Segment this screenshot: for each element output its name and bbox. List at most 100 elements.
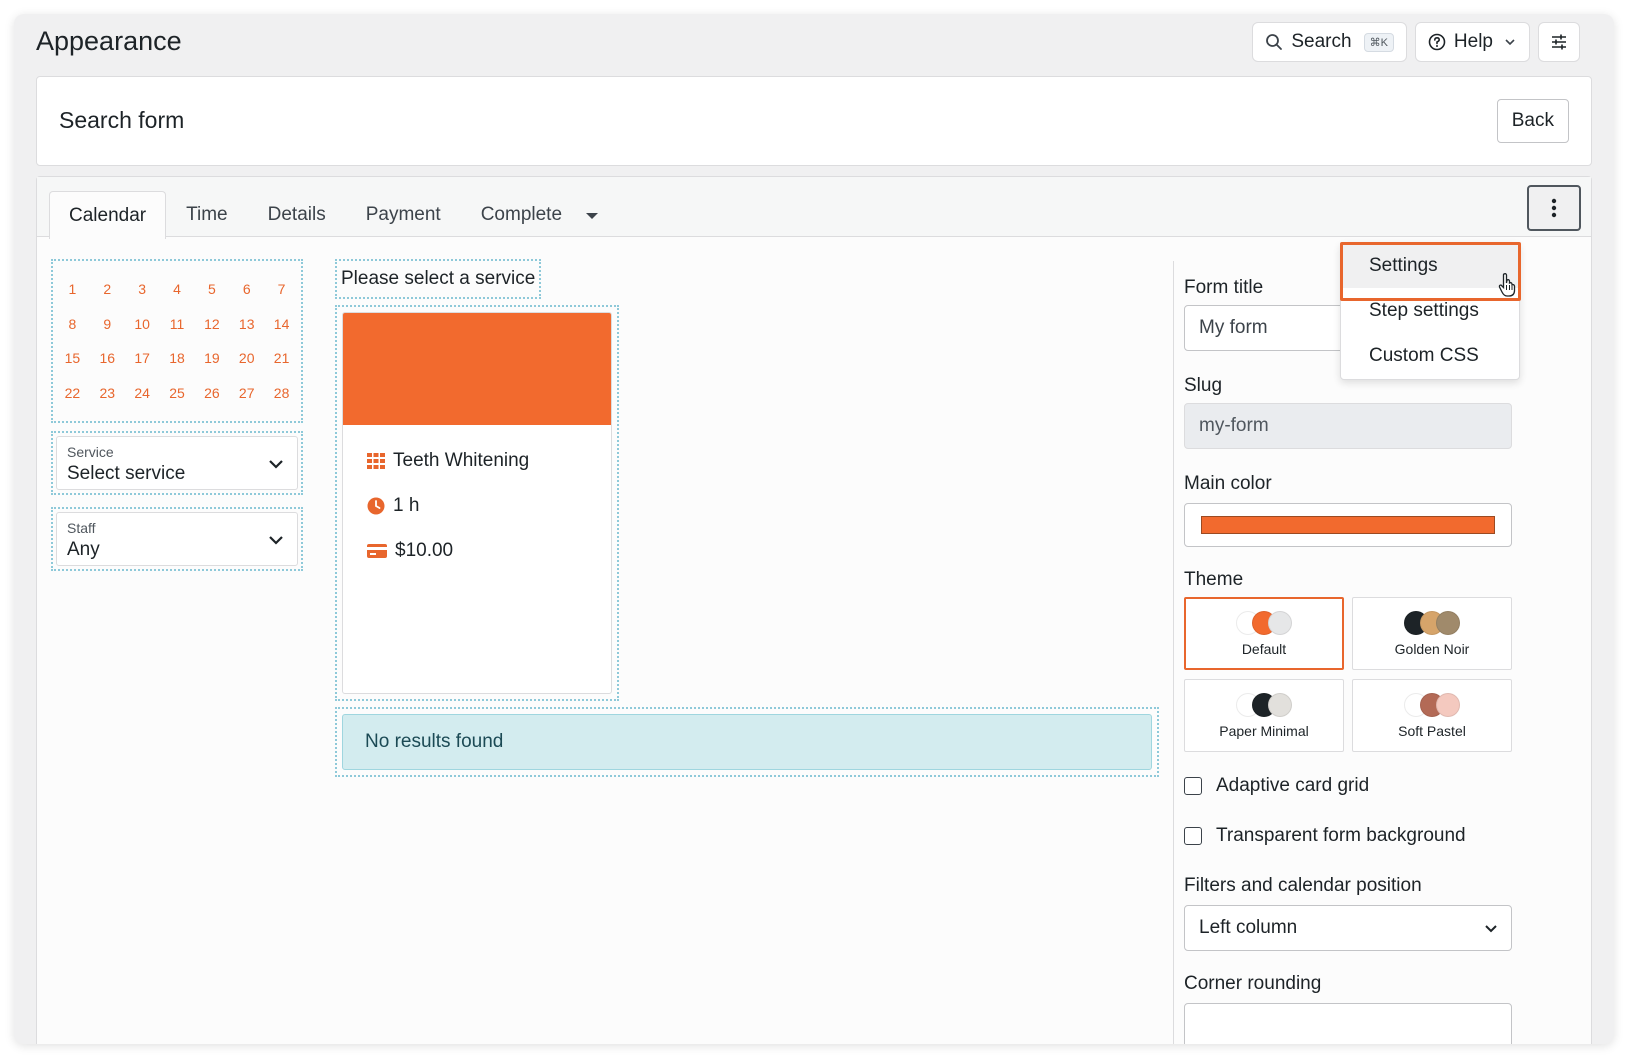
calendar-day[interactable]: 10 <box>125 313 160 335</box>
calendar-day[interactable]: 14 <box>264 313 299 335</box>
tabs-more-caret-icon[interactable] <box>586 213 599 219</box>
service-select: Service Select service <box>56 436 298 490</box>
service-label: Service <box>67 444 114 460</box>
help-button[interactable]: Help <box>1414 22 1530 62</box>
theme-soft-pastel[interactable]: Soft Pastel <box>1352 679 1512 752</box>
calendar-day[interactable]: 21 <box>264 347 299 369</box>
calendar-day[interactable]: 15 <box>55 347 90 369</box>
calendar-day[interactable]: 18 <box>160 347 195 369</box>
theme-options: Default Golden Noir Paper Minimal Soft P… <box>1184 597 1514 752</box>
theme-color-dot <box>1436 610 1460 635</box>
staff-filter[interactable]: Staff Any <box>51 507 303 571</box>
calendar-day[interactable]: 20 <box>229 347 264 369</box>
more-options-menu: Settings Step settings Custom CSS <box>1340 242 1520 380</box>
no-results-notice: No results found <box>342 714 1152 770</box>
calendar-day[interactable]: 26 <box>194 382 229 404</box>
tab-time[interactable]: Time <box>166 191 248 238</box>
adaptive-grid-option[interactable]: Adaptive card grid <box>1184 775 1369 797</box>
calendar-day[interactable]: 28 <box>264 382 299 404</box>
transparent-bg-option[interactable]: Transparent form background <box>1184 825 1466 847</box>
theme-default[interactable]: Default <box>1184 597 1344 670</box>
calendar-day[interactable]: 1 <box>55 278 90 300</box>
menu-item-custom-css[interactable]: Custom CSS <box>1341 333 1519 378</box>
calendar-day[interactable]: 23 <box>90 382 125 404</box>
calendar-grid: 1 2 3 4 5 6 7 8 9 10 11 12 13 14 15 16 17 18 19 20 21 22 23 24 2… <box>51 259 303 423</box>
service-price: $10.00 <box>395 540 454 561</box>
theme-swatches <box>1404 610 1460 635</box>
search-button[interactable]: Search ⌘K <box>1252 22 1407 62</box>
tab-bar: Calendar Time Details Payment Complete <box>37 177 1591 239</box>
back-button[interactable]: Back <box>1496 99 1569 143</box>
service-duration-row: 1 h <box>367 496 611 515</box>
calendar-day[interactable]: 8 <box>55 313 90 335</box>
sliders-icon <box>1552 34 1566 50</box>
theme-swatches <box>1404 692 1460 717</box>
grid-icon <box>367 452 385 469</box>
main-color-label: Main color <box>1184 473 1272 494</box>
adaptive-grid-checkbox[interactable] <box>1184 777 1202 795</box>
step-tabs: Calendar Time Details Payment Complete <box>49 191 599 239</box>
position-label: Filters and calendar position <box>1184 875 1422 896</box>
service-card[interactable]: Teeth Whitening 1 h $10.00 <box>342 312 612 694</box>
menu-item-settings[interactable]: Settings <box>1341 243 1519 288</box>
calendar-day[interactable]: 25 <box>160 382 195 404</box>
tab-payment[interactable]: Payment <box>346 191 461 238</box>
main-color-swatch <box>1201 516 1495 534</box>
help-label: Help <box>1453 31 1493 52</box>
credit-card-icon <box>367 543 387 558</box>
theme-paper-minimal[interactable]: Paper Minimal <box>1184 679 1344 752</box>
calendar-day[interactable]: 7 <box>264 278 299 300</box>
calendar-day[interactable]: 27 <box>229 382 264 404</box>
corner-input[interactable] <box>1184 1003 1512 1044</box>
calendar-day[interactable]: 19 <box>194 347 229 369</box>
staff-value: Any <box>67 539 100 560</box>
tab-calendar[interactable]: Calendar <box>49 191 167 239</box>
transparent-bg-label: Transparent form background <box>1216 825 1466 846</box>
chevron-down-icon <box>269 536 283 545</box>
service-name-row: Teeth Whitening <box>367 451 611 470</box>
calendar-day[interactable]: 22 <box>55 382 90 404</box>
chevron-down-icon <box>269 460 283 469</box>
calendar-day[interactable]: 4 <box>160 278 195 300</box>
no-results-area: No results found <box>335 707 1159 777</box>
calendar-day[interactable]: 17 <box>125 347 160 369</box>
tab-complete[interactable]: Complete <box>461 191 582 238</box>
theme-swatches <box>1236 692 1292 717</box>
theme-golden-noir[interactable]: Golden Noir <box>1352 597 1512 670</box>
search-shortcut: ⌘K <box>1363 32 1394 52</box>
service-price-row: $10.00 <box>367 541 611 560</box>
form-title-label: Form title <box>1184 277 1264 298</box>
service-value: Select service <box>67 463 186 484</box>
calendar-day[interactable]: 24 <box>125 382 160 404</box>
tab-details[interactable]: Details <box>248 191 346 238</box>
position-select[interactable]: Left column <box>1184 905 1512 951</box>
calendar-day[interactable]: 5 <box>194 278 229 300</box>
help-icon <box>1428 33 1446 51</box>
theme-name: Paper Minimal <box>1219 722 1309 739</box>
calendar-day[interactable]: 9 <box>90 313 125 335</box>
calendar-day[interactable]: 3 <box>125 278 160 300</box>
service-image <box>343 313 611 425</box>
calendar-day[interactable]: 13 <box>229 313 264 335</box>
menu-item-step-settings[interactable]: Step settings <box>1341 288 1519 333</box>
form-title: Search form <box>59 107 185 133</box>
screen-options-button[interactable] <box>1538 22 1580 62</box>
service-filter[interactable]: Service Select service <box>51 431 303 495</box>
calendar-day[interactable]: 16 <box>90 347 125 369</box>
main-color-input[interactable] <box>1184 503 1512 547</box>
calendar-day[interactable]: 6 <box>229 278 264 300</box>
form-header-card: Search form Back <box>36 76 1592 166</box>
theme-name: Golden Noir <box>1394 640 1470 657</box>
slug-label: Slug <box>1184 375 1223 396</box>
theme-label: Theme <box>1184 569 1244 590</box>
vertical-dots-icon <box>1551 198 1557 218</box>
calendar-day[interactable]: 2 <box>90 278 125 300</box>
calendar-day[interactable]: 12 <box>194 313 229 335</box>
calendar-day[interactable]: 11 <box>160 313 195 335</box>
position-value: Left column <box>1199 917 1298 938</box>
transparent-bg-checkbox[interactable] <box>1184 827 1202 845</box>
more-options-button[interactable] <box>1527 185 1581 231</box>
theme-color-dot <box>1268 610 1292 635</box>
staff-label: Staff <box>67 520 96 536</box>
chevron-down-icon <box>1505 39 1515 46</box>
